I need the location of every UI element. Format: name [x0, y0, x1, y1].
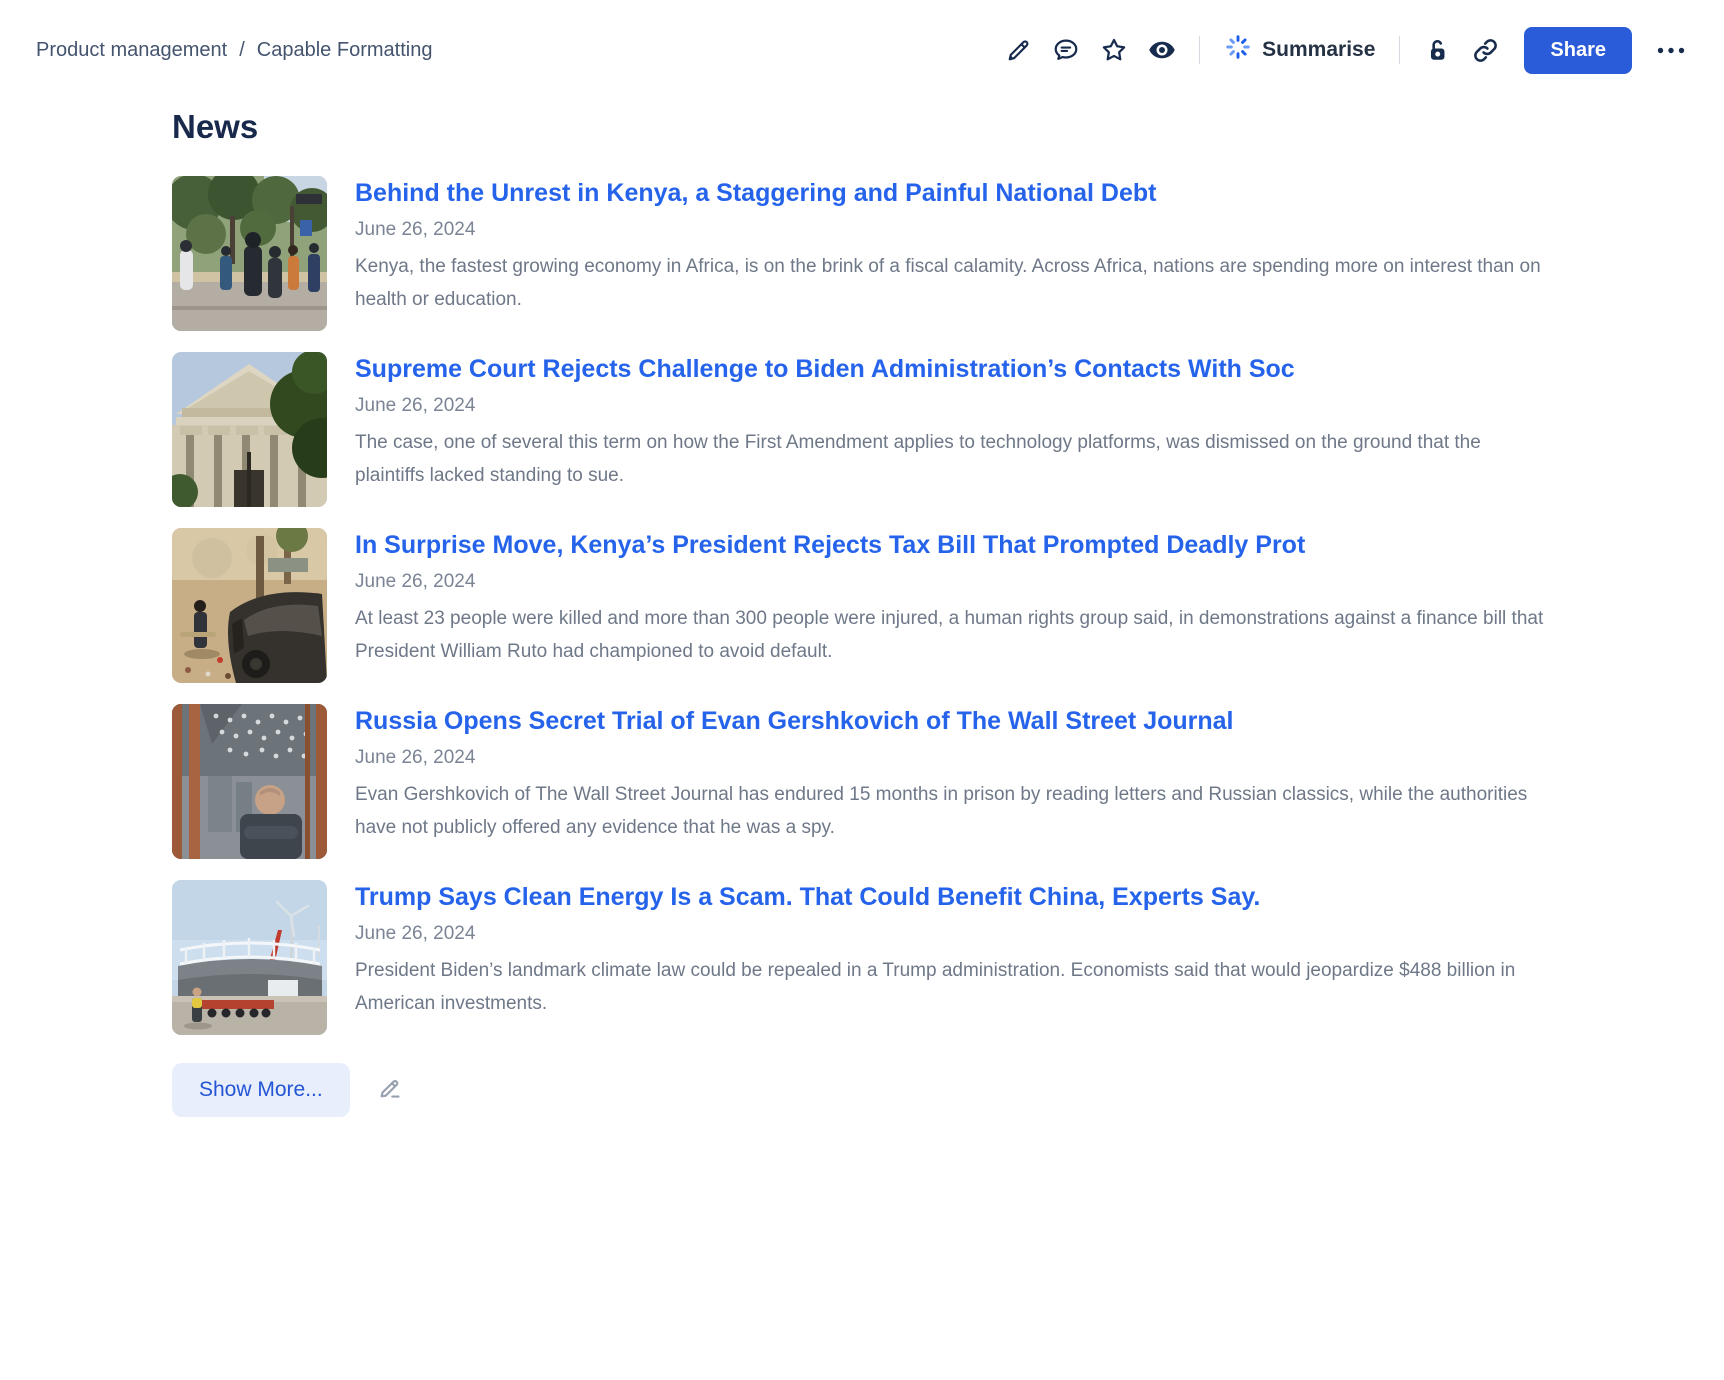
news-item-gershkovich-trial: Russia Opens Secret Trial of Evan Gershk… [172, 704, 1555, 859]
news-item-title-link[interactable]: Russia Opens Secret Trial of Evan Gershk… [355, 706, 1555, 737]
page-content: News [172, 108, 1555, 1117]
page-title: News [172, 108, 1555, 146]
wind-turbine-site-thumbnail [172, 880, 327, 1035]
share-button[interactable]: Share [1524, 27, 1632, 74]
news-item-date: June 26, 2024 [355, 747, 1555, 769]
watch-button[interactable] [1143, 31, 1181, 69]
burned-vehicle-thumbnail [172, 528, 327, 683]
news-item-description: Evan Gershkovich of The Wall Street Jour… [355, 778, 1555, 844]
news-item-description: Kenya, the fastest growing economy in Af… [355, 250, 1555, 316]
news-item-date: June 26, 2024 [355, 395, 1555, 417]
inline-edit-button[interactable] [376, 1075, 403, 1105]
news-item-title-link[interactable]: Behind the Unrest in Kenya, a Staggering… [355, 178, 1555, 209]
summarise-button[interactable]: Summarise [1218, 29, 1381, 71]
topbar: Product management / Capable Formatting [0, 0, 1724, 74]
more-ellipsis-icon [1656, 46, 1686, 55]
news-item-description: At least 23 people were killed and more … [355, 602, 1555, 668]
news-item-date: June 26, 2024 [355, 923, 1555, 945]
more-actions-button[interactable] [1652, 31, 1690, 69]
edit-pencil-underline-icon [376, 1075, 403, 1105]
comment-button[interactable] [1047, 31, 1085, 69]
sparkle-icon [1224, 33, 1252, 67]
news-list: Behind the Unrest in Kenya, a Staggering… [172, 176, 1555, 1035]
news-item-date: June 26, 2024 [355, 219, 1555, 241]
show-more-button[interactable]: Show More... [172, 1063, 350, 1117]
breadcrumb-item-page[interactable]: Capable Formatting [257, 39, 433, 62]
unlock-icon [1424, 37, 1451, 64]
show-more-row: Show More... [172, 1063, 1555, 1117]
watch-eye-icon [1147, 35, 1177, 65]
toolbar-divider [1199, 36, 1200, 64]
breadcrumb: Product management / Capable Formatting [36, 39, 432, 62]
summarise-label: Summarise [1262, 38, 1375, 62]
glass-cage-thumbnail [172, 704, 327, 859]
supreme-court-thumbnail [172, 352, 327, 507]
news-item-title-link[interactable]: In Surprise Move, Kenya’s President Reje… [355, 530, 1555, 561]
toolbar-actions: Summarise Share [999, 27, 1690, 74]
restrictions-button[interactable] [1418, 31, 1456, 69]
toolbar-divider-2 [1399, 36, 1400, 64]
news-item-title-link[interactable]: Supreme Court Rejects Challenge to Biden… [355, 354, 1555, 385]
star-icon [1100, 36, 1128, 64]
news-item-supreme-court: Supreme Court Rejects Challenge to Biden… [172, 352, 1555, 507]
star-button[interactable] [1095, 31, 1133, 69]
news-item-title-link[interactable]: Trump Says Clean Energy Is a Scam. That … [355, 882, 1555, 913]
link-icon [1471, 36, 1500, 65]
comment-icon [1052, 36, 1080, 64]
edit-button[interactable] [999, 31, 1037, 69]
news-item-description: President Biden’s landmark climate law c… [355, 954, 1555, 1020]
pencil-icon [1005, 37, 1032, 64]
news-item-date: June 26, 2024 [355, 571, 1555, 593]
breadcrumb-item-space[interactable]: Product management [36, 39, 227, 62]
news-item-description: The case, one of several this term on ho… [355, 426, 1555, 492]
news-item-kenya-debt: Behind the Unrest in Kenya, a Staggering… [172, 176, 1555, 331]
news-item-kenya-tax-bill: In Surprise Move, Kenya’s President Reje… [172, 528, 1555, 683]
copy-link-button[interactable] [1466, 31, 1504, 69]
kenya-protest-thumbnail [172, 176, 327, 331]
breadcrumb-separator: / [239, 39, 245, 62]
news-item-clean-energy: Trump Says Clean Energy Is a Scam. That … [172, 880, 1555, 1035]
